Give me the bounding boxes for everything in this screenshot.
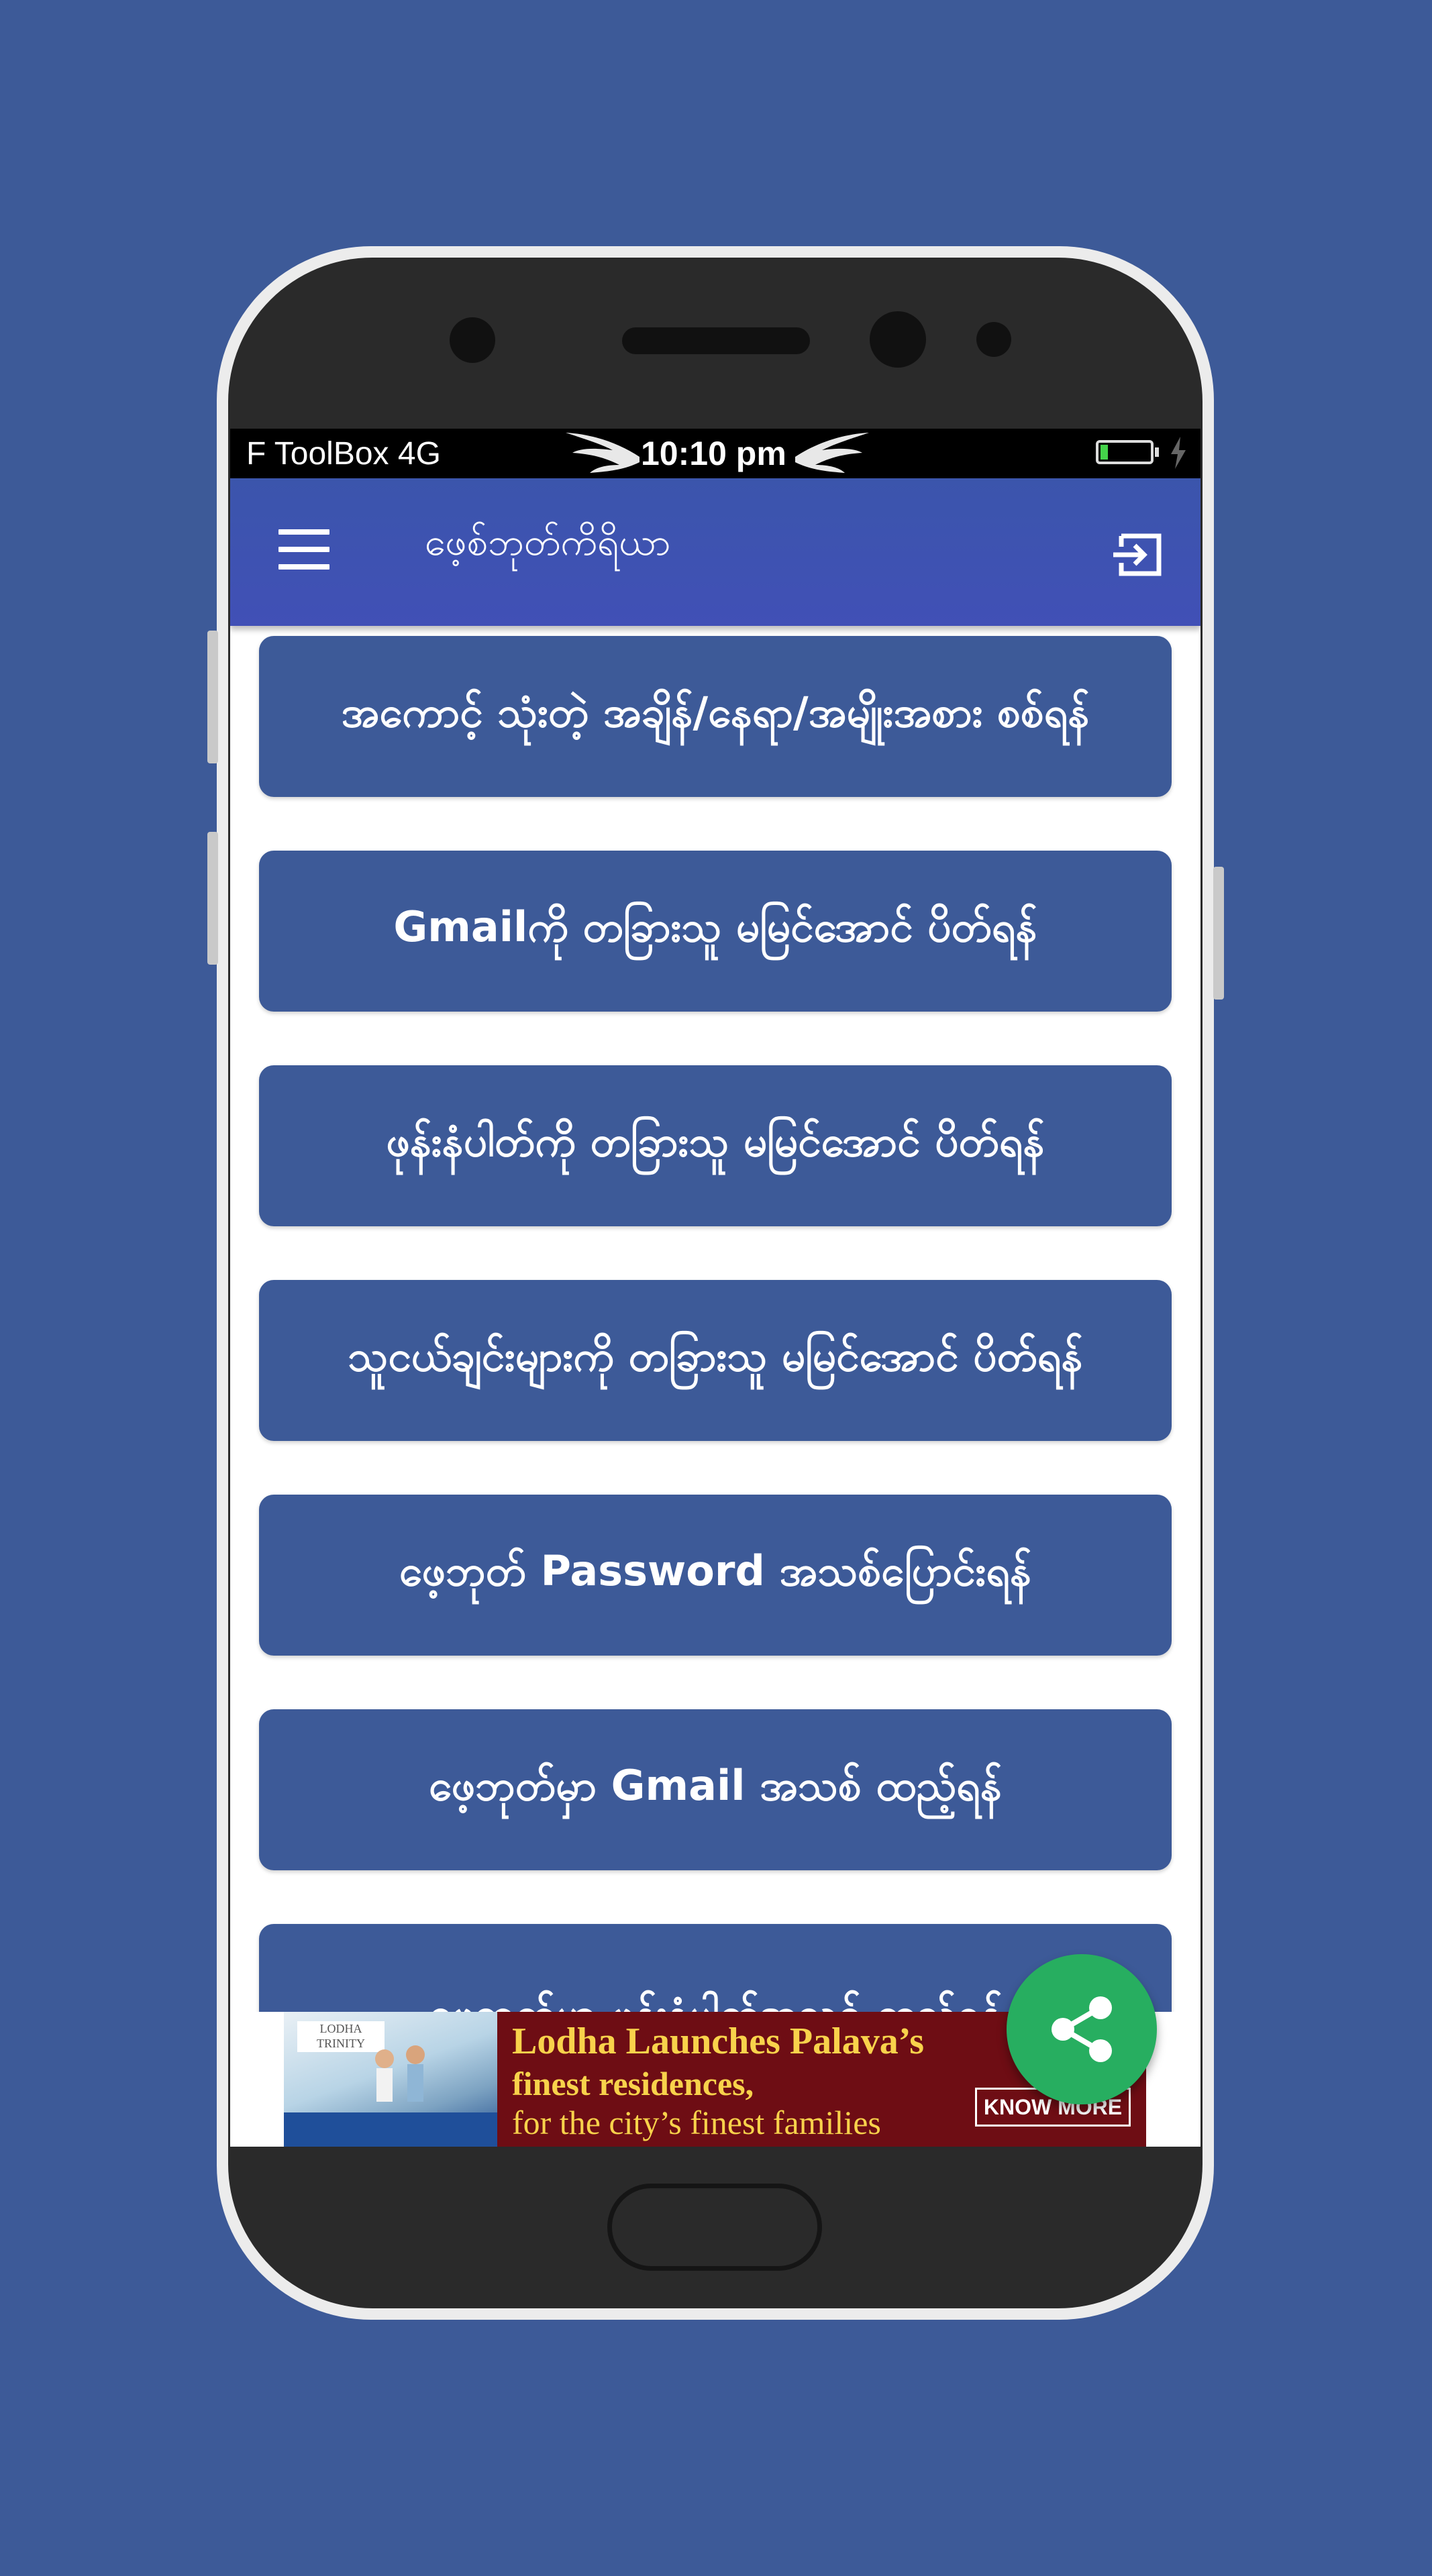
ad-couple-illustration <box>284 2045 497 2147</box>
carrier-label: F ToolBox 4G <box>246 436 441 472</box>
battery-level <box>1101 445 1108 460</box>
list-item-label: Gmailကို တခြားသူ မမြင်အောင် ပိတ်ရန် <box>393 902 1037 951</box>
list-item-check-login-activity[interactable]: အကောင့် သုံးတဲ့ အချိန်/နေရာ/အမျိုးအစား စ… <box>259 636 1172 797</box>
list-item-label: ဖေ့ဘုတ် Password အသစ်ပြောင်းရန် <box>399 1546 1032 1595</box>
app-bar: ဖေ့စ်ဘုတ်ကိရိယာ <box>230 478 1200 626</box>
tool-list: အကောင့် သုံးတဲ့ အချိန်/နေရာ/အမျိုးအစား စ… <box>230 626 1200 2012</box>
list-item-add-gmail[interactable]: ဖေ့ဘုတ်မှာ Gmail အသစ် ထည့်ရန် <box>259 1709 1172 1870</box>
logout-icon[interactable] <box>1109 527 1166 583</box>
ad-subheadline: finest residences, <box>512 2065 754 2102</box>
status-bar: F ToolBox 4G 10:10 pm <box>230 429 1200 478</box>
list-item-label: သူငယ်ချင်းများကို တခြားသူ မမြင်အောင် ပိတ… <box>348 1331 1083 1381</box>
battery-icon <box>1096 440 1154 464</box>
app-screen: F ToolBox 4G 10:10 pm ဖေ့စ်ဘုတ်ကိရိယာ အက… <box>230 429 1200 2147</box>
ad-image: LODHA TRINITY <box>284 2012 497 2147</box>
list-item-label: အကောင့် သုံးတဲ့ အချိန်/နေရာ/အမျိုးအစား စ… <box>341 687 1090 737</box>
light-sensor <box>976 322 1011 357</box>
home-button[interactable] <box>607 2184 822 2271</box>
list-item-hide-gmail[interactable]: Gmailကို တခြားသူ မမြင်အောင် ပိတ်ရန် <box>259 851 1172 1012</box>
share-icon <box>1052 1996 1112 2062</box>
list-item-hide-phone-number[interactable]: ဖုန်းနံပါတ်ကို တခြားသူ မမြင်အောင် ပိတ်ရန… <box>259 1065 1172 1226</box>
volume-down-button <box>207 832 218 965</box>
list-item-label: ဖေ့ဘုတ်မှာ ဖုန်းနံပါတ်အသစ် ထည့်ရန် <box>429 1988 1002 2012</box>
charging-bolt-icon <box>1171 437 1186 469</box>
ad-tagline: for the city’s finest families <box>512 2104 881 2141</box>
battery-tip <box>1155 447 1159 457</box>
volume-up-button <box>207 631 218 763</box>
ad-headline: Lodha Launches Palava’s <box>512 2021 925 2062</box>
earpiece-speaker <box>622 327 810 354</box>
left-wing-icon <box>566 433 640 473</box>
list-item-label: ဖုန်းနံပါတ်ကို တခြားသူ မမြင်အောင် ပိတ်ရန… <box>386 1116 1045 1166</box>
list-item-hide-friends[interactable]: သူငယ်ချင်းများကို တခြားသူ မမြင်အောင် ပိတ… <box>259 1280 1172 1441</box>
page-title: ဖေ့စ်ဘုတ်ကိရိယာ <box>425 521 671 564</box>
hamburger-menu-icon[interactable] <box>278 529 329 570</box>
power-button <box>1213 867 1224 1000</box>
front-camera <box>870 311 926 368</box>
share-button[interactable] <box>1007 1954 1157 2104</box>
right-wing-icon <box>795 433 869 473</box>
list-item-label: ဖေ့ဘုတ်မှာ Gmail အသစ် ထည့်ရန် <box>429 1760 1002 1810</box>
list-item-change-password[interactable]: ဖေ့ဘုတ် Password အသစ်ပြောင်းရန် <box>259 1495 1172 1656</box>
proximity-sensor <box>450 317 495 363</box>
clock: 10:10 pm <box>641 435 786 472</box>
